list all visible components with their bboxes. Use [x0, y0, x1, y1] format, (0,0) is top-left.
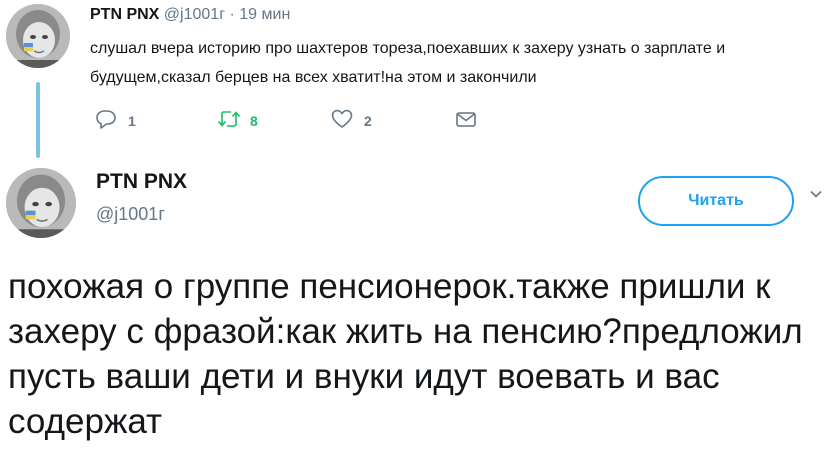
tweet-actions: 1 8 2 [90, 108, 510, 134]
like-count: 2 [364, 113, 372, 129]
author-handle[interactable]: @j1001г [96, 204, 165, 225]
like-button[interactable]: 2 [330, 108, 372, 134]
thread-connector-line [36, 82, 40, 158]
parent-tweet-text: слушал вчера историю про шахтеров тореза… [90, 40, 726, 86]
heart-icon [330, 108, 354, 135]
parent-tweet-header: PTN PNX @j1001г · 19 мин [90, 6, 290, 24]
main-tweet-text: похожая о группе пенсионерок.также пришл… [8, 267, 803, 441]
retweet-icon [216, 108, 242, 135]
reply-count: 1 [128, 113, 136, 129]
reply-icon [94, 108, 118, 135]
separator-dot: · [229, 6, 235, 23]
author-name[interactable]: PTN PNX [90, 6, 159, 23]
reply-button[interactable]: 1 [94, 108, 136, 134]
tweet-timestamp[interactable]: 19 мин [239, 6, 290, 23]
author-name[interactable]: PTN PNX [96, 170, 187, 194]
chevron-down-icon [808, 189, 824, 206]
follow-button[interactable]: Читать [638, 176, 794, 226]
author-handle[interactable]: @j1001г [164, 6, 225, 23]
retweet-button[interactable]: 8 [216, 108, 258, 134]
more-options-button[interactable] [808, 186, 824, 202]
avatar[interactable] [6, 4, 70, 68]
direct-message-button[interactable] [454, 108, 478, 134]
retweet-count: 8 [250, 113, 258, 129]
envelope-icon [454, 108, 478, 135]
avatar[interactable] [6, 168, 76, 238]
